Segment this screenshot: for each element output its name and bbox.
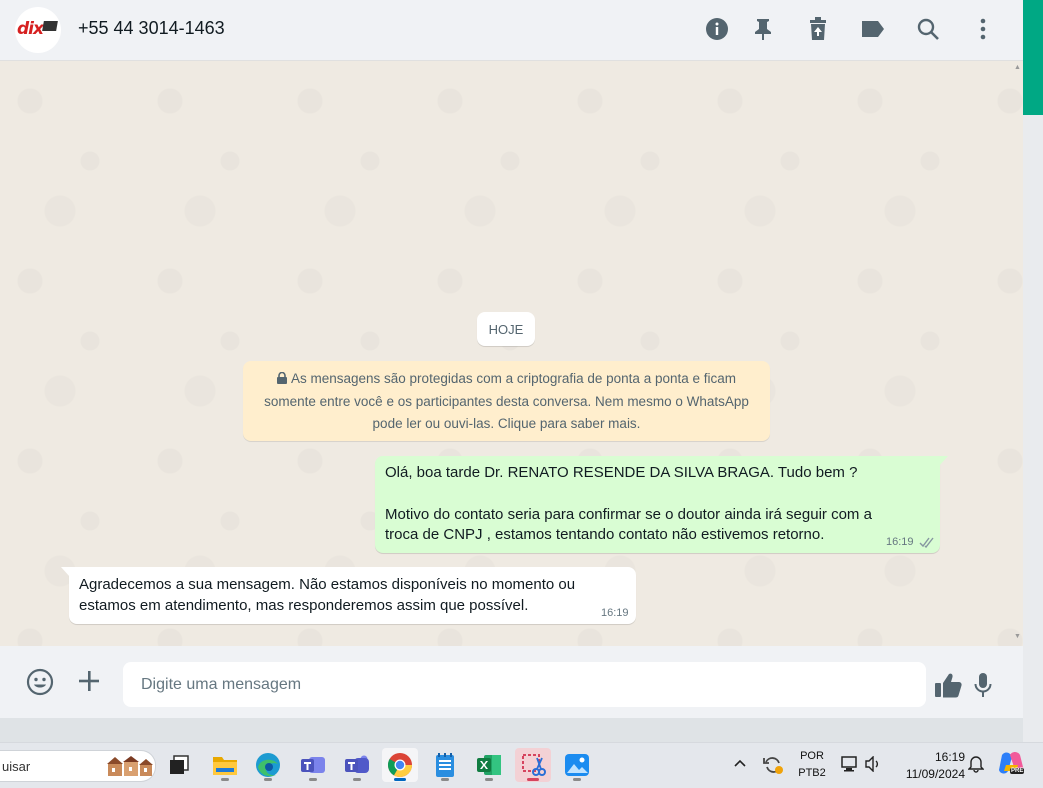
message-composer[interactable] bbox=[123, 662, 926, 707]
clock-time[interactable]: 16:19 bbox=[895, 750, 965, 764]
lock-icon bbox=[276, 372, 287, 384]
running-indicator bbox=[441, 778, 449, 781]
accent-scroll-bar[interactable] bbox=[1023, 0, 1043, 115]
bubble-tail bbox=[939, 456, 948, 466]
message-time: 16:19 bbox=[601, 607, 629, 619]
encryption-notice-line1: As mensagens são protegidas com a cripto… bbox=[290, 371, 736, 386]
taskbar-notepad[interactable] bbox=[427, 748, 463, 782]
running-indicator bbox=[394, 778, 406, 781]
date-divider-chip: HOJE bbox=[477, 312, 535, 346]
windows-taskbar: uisar POR PTB2 16:19 11/09/2024 PRE bbox=[0, 742, 1043, 788]
avatar-logo-mark bbox=[42, 21, 58, 31]
message-text-line: troca de CNPJ , estamos tentando contato… bbox=[385, 526, 825, 543]
label-icon[interactable] bbox=[860, 16, 886, 42]
chat-window: dix +55 44 3014-1463 ▲ ▼ HOJE As mensage… bbox=[0, 0, 1023, 718]
encryption-notice-line3: pode ler ou ouvi-las. Clique para saber … bbox=[372, 416, 641, 431]
taskbar-snipping-tool[interactable] bbox=[515, 748, 551, 782]
language-indicator-bottom[interactable]: PTB2 bbox=[795, 767, 829, 779]
network-icon[interactable] bbox=[840, 755, 858, 778]
running-indicator bbox=[264, 778, 272, 781]
info-icon[interactable] bbox=[704, 16, 730, 42]
show-hidden-icons-chevron-icon[interactable] bbox=[733, 756, 747, 771]
taskbar-chrome[interactable] bbox=[382, 748, 418, 782]
sync-icon[interactable] bbox=[762, 755, 784, 780]
encryption-notice[interactable]: As mensagens são protegidas com a cripto… bbox=[243, 361, 770, 441]
microphone-icon[interactable] bbox=[971, 671, 995, 699]
running-indicator bbox=[353, 778, 361, 781]
running-indicator bbox=[527, 778, 539, 781]
search-icon[interactable] bbox=[915, 16, 941, 42]
message-text-line: Agradecemos a sua mensagem. Não estamos … bbox=[79, 576, 576, 593]
copilot-icon[interactable]: PRE bbox=[998, 751, 1026, 779]
scroll-down-arrow[interactable]: ▼ bbox=[1014, 633, 1021, 640]
pin-icon[interactable] bbox=[750, 16, 776, 42]
copilot-preview-badge: PRE bbox=[1010, 768, 1025, 774]
outgoing-message[interactable]: Olá, boa tarde Dr. RENATO RESENDE DA SIL… bbox=[375, 456, 948, 553]
scroll-up-arrow[interactable]: ▲ bbox=[1014, 64, 1021, 71]
message-text-line: estamos em atendimento, mas responderemo… bbox=[79, 597, 529, 614]
taskbar-file-explorer[interactable] bbox=[207, 748, 243, 782]
attach-plus-icon[interactable] bbox=[76, 668, 102, 694]
taskbar-search[interactable]: uisar bbox=[0, 750, 156, 782]
message-text-line: Olá, boa tarde Dr. RENATO RESENDE DA SIL… bbox=[385, 464, 858, 481]
running-indicator bbox=[485, 778, 493, 781]
message-list[interactable] bbox=[0, 61, 1023, 646]
taskbar-teams[interactable] bbox=[295, 748, 331, 782]
taskbar-search-text: uisar bbox=[2, 759, 31, 774]
task-view-button[interactable] bbox=[161, 748, 197, 782]
contact-avatar[interactable]: dix bbox=[15, 7, 61, 53]
composer-bar bbox=[0, 646, 1023, 718]
message-time: 16:19 bbox=[886, 536, 914, 548]
avatar-logo-text: dix bbox=[17, 19, 44, 39]
encryption-notice-line2: somente entre você e os participantes de… bbox=[264, 394, 749, 409]
search-highlight-icon bbox=[107, 756, 153, 776]
running-indicator bbox=[309, 778, 317, 781]
emoji-icon[interactable] bbox=[26, 668, 54, 696]
running-indicator bbox=[221, 778, 229, 781]
bubble-tail bbox=[61, 567, 70, 577]
message-text-line: Motivo do contato seria para confirmar s… bbox=[385, 506, 872, 523]
incoming-message[interactable]: Agradecemos a sua mensagem. Não estamos … bbox=[61, 567, 636, 624]
taskbar-photos[interactable] bbox=[559, 748, 595, 782]
contact-name[interactable]: +55 44 3014-1463 bbox=[78, 18, 225, 39]
volume-icon[interactable] bbox=[864, 755, 882, 777]
clock-date[interactable]: 11/09/2024 bbox=[895, 767, 965, 781]
more-vertical-icon[interactable] bbox=[970, 16, 996, 42]
double-check-icon bbox=[919, 537, 934, 548]
thumbs-up-icon[interactable] bbox=[933, 671, 963, 699]
notification-bell-icon[interactable] bbox=[967, 755, 985, 778]
running-indicator bbox=[573, 778, 581, 781]
language-indicator-top[interactable]: POR bbox=[795, 750, 829, 762]
delete-icon[interactable] bbox=[805, 16, 831, 42]
chat-header: dix +55 44 3014-1463 bbox=[0, 0, 1023, 61]
taskbar-edge[interactable] bbox=[250, 748, 286, 782]
taskbar-excel[interactable] bbox=[471, 748, 507, 782]
taskbar-teams-classic[interactable] bbox=[339, 748, 375, 782]
message-input[interactable] bbox=[123, 662, 924, 707]
